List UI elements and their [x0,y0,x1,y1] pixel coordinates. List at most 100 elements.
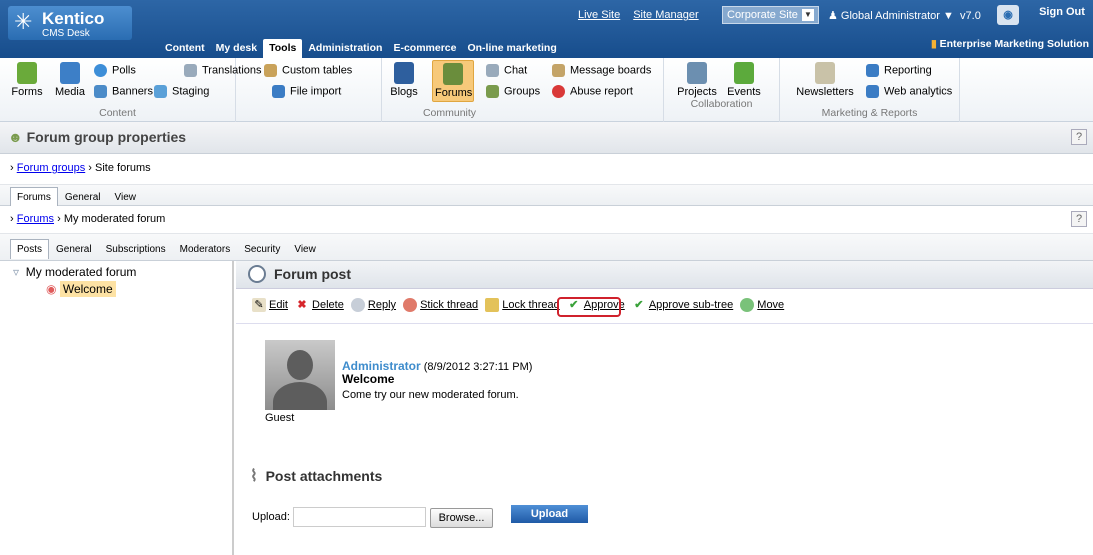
groups-button[interactable]: Groups [486,85,540,98]
help-globe-icon[interactable]: ◉ [997,5,1019,25]
tab-posts[interactable]: Posts [10,239,50,259]
top-links: Live Site Site Manager [578,9,712,21]
tab-general-2[interactable]: General [49,239,99,260]
edit-label: Edit [269,298,288,311]
kentico-star-icon: ✳ [14,9,33,34]
banners-icon [94,85,107,98]
staging-button[interactable]: Staging [154,85,209,98]
menu-administration[interactable]: Administration [303,40,387,56]
reply-action[interactable]: Reply [350,298,397,312]
chevron-right-icon: › [57,213,61,225]
move-action[interactable]: Move [740,298,784,312]
file-import-button[interactable]: File import [272,85,341,98]
media-icon [60,62,80,84]
post-author[interactable]: Administrator [342,359,421,373]
forum-groups-link[interactable]: Forum groups [17,162,85,174]
polls-icon [94,64,107,77]
paperclip-icon: ⌇ [250,468,258,485]
post-date: (8/9/2012 3:27:11 PM) [423,361,533,373]
tree-root-label: My moderated forum [25,265,137,279]
delete-icon: ✖ [297,299,307,311]
post-icon: ◉ [46,282,57,296]
abuse-report-label: Abuse report [570,85,633,98]
tree-leaf[interactable]: ◉ Welcome [46,281,116,297]
forums-icon [443,63,463,85]
message-boards-icon [552,64,565,77]
sign-out-button[interactable]: Sign Out [1031,4,1093,26]
events-icon [734,62,754,84]
message-boards-button[interactable]: Message boards [552,64,651,77]
menu-my-desk[interactable]: My desk [211,40,262,56]
forums-button[interactable]: Forums [432,60,474,102]
live-site-link[interactable]: Live Site [578,9,620,21]
events-label: Events [727,86,761,98]
group-name-marketing: Marketing & Reports [821,107,918,119]
abuse-report-button[interactable]: Abuse report [552,85,633,98]
menu-online-marketing[interactable]: On-line marketing [462,40,561,56]
tab-subscriptions[interactable]: Subscriptions [99,239,173,260]
newsletters-button[interactable]: Newsletters [796,62,854,98]
brand-sub: CMS Desk [42,28,90,39]
ribbon-group-community: Blogs Forums Chat Groups Message boards … [382,58,664,122]
reporting-label: Reporting [884,64,932,77]
lock-thread-action[interactable]: Lock thread [485,298,560,312]
events-button[interactable]: Events [726,62,762,98]
post-actions: ✎ Edit ✖ Delete Reply Stick thread Lock th… [252,298,788,312]
main-menu: Content My desk Tools Administration E-comme… [160,39,563,59]
delete-action[interactable]: ✖ Delete [295,298,344,311]
upload-file-field[interactable] [293,507,426,527]
menu-ecommerce[interactable]: E-commerce [388,40,461,56]
chat-button[interactable]: Chat [486,64,527,77]
user-menu[interactable]: ♟ Global Administrator ▼ v7.0 [828,9,981,22]
delete-label: Delete [312,298,344,311]
page-title: ☻ Forum group properties [8,129,186,145]
site-select[interactable]: Corporate Site ▼ [722,6,819,24]
menu-tools[interactable]: Tools [263,39,303,59]
stick-thread-action[interactable]: Stick thread [403,298,478,312]
tab-view[interactable]: View [107,187,143,208]
help-button[interactable]: ? [1071,129,1087,145]
custom-tables-button[interactable]: Custom tables [264,64,352,77]
expand-icon[interactable]: ▿ [13,265,19,279]
ribbon: Forms Media Polls Banners Staging Transl… [0,58,1093,122]
tab-general[interactable]: General [58,187,108,208]
user-icon: ♟ [828,10,841,22]
forums-link[interactable]: Forums [17,213,54,225]
stick-icon [403,298,418,312]
edit-action[interactable]: ✎ Edit [252,298,288,312]
forms-button[interactable]: Forms [10,62,44,98]
tab-security[interactable]: Security [237,239,287,260]
banners-button[interactable]: Banners [94,85,153,98]
breadcrumb-1: › Forum groups › Site forums [0,154,1093,185]
groups-icon [486,85,499,98]
help-button-2[interactable]: ? [1071,211,1087,227]
forum-post-icon [248,265,266,283]
approve-subtree-action[interactable]: ✔ Approve sub-tree [632,299,733,311]
avatar [265,340,335,410]
tree-leaf-label: Welcome [59,281,116,297]
browse-button[interactable]: Browse... [430,508,493,528]
tab-view-2[interactable]: View [287,239,323,260]
breadcrumb-2: › Forums › My moderated forum ? [0,206,1093,234]
version-label: v7.0 [960,10,981,22]
reply-label: Reply [367,298,397,311]
tree-root[interactable]: ▿ My moderated forum [13,265,136,279]
site-manager-link[interactable]: Site Manager [633,9,698,21]
chart-icon: ▮ [930,38,937,50]
blogs-button[interactable]: Blogs [390,62,418,98]
polls-button[interactable]: Polls [94,64,136,77]
group-name-collaboration: Collaboration [690,98,753,110]
reporting-button[interactable]: Reporting [866,64,932,77]
media-button[interactable]: Media [52,62,88,98]
kentico-logo[interactable]: ✳ Kentico CMS Desk [8,6,132,40]
banners-label: Banners [112,85,153,98]
tab-forums[interactable]: Forums [10,187,58,207]
projects-button[interactable]: Projects [676,62,718,98]
web-analytics-label: Web analytics [884,85,953,98]
web-analytics-button[interactable]: Web analytics [866,85,952,98]
groups-label: Groups [504,85,541,98]
tab-moderators[interactable]: Moderators [173,239,238,260]
menu-content[interactable]: Content [160,40,210,56]
post-panel: Forum post ✎ Edit ✖ Delete Reply Stick thr… [236,261,1093,555]
upload-button[interactable]: Upload [511,505,588,523]
